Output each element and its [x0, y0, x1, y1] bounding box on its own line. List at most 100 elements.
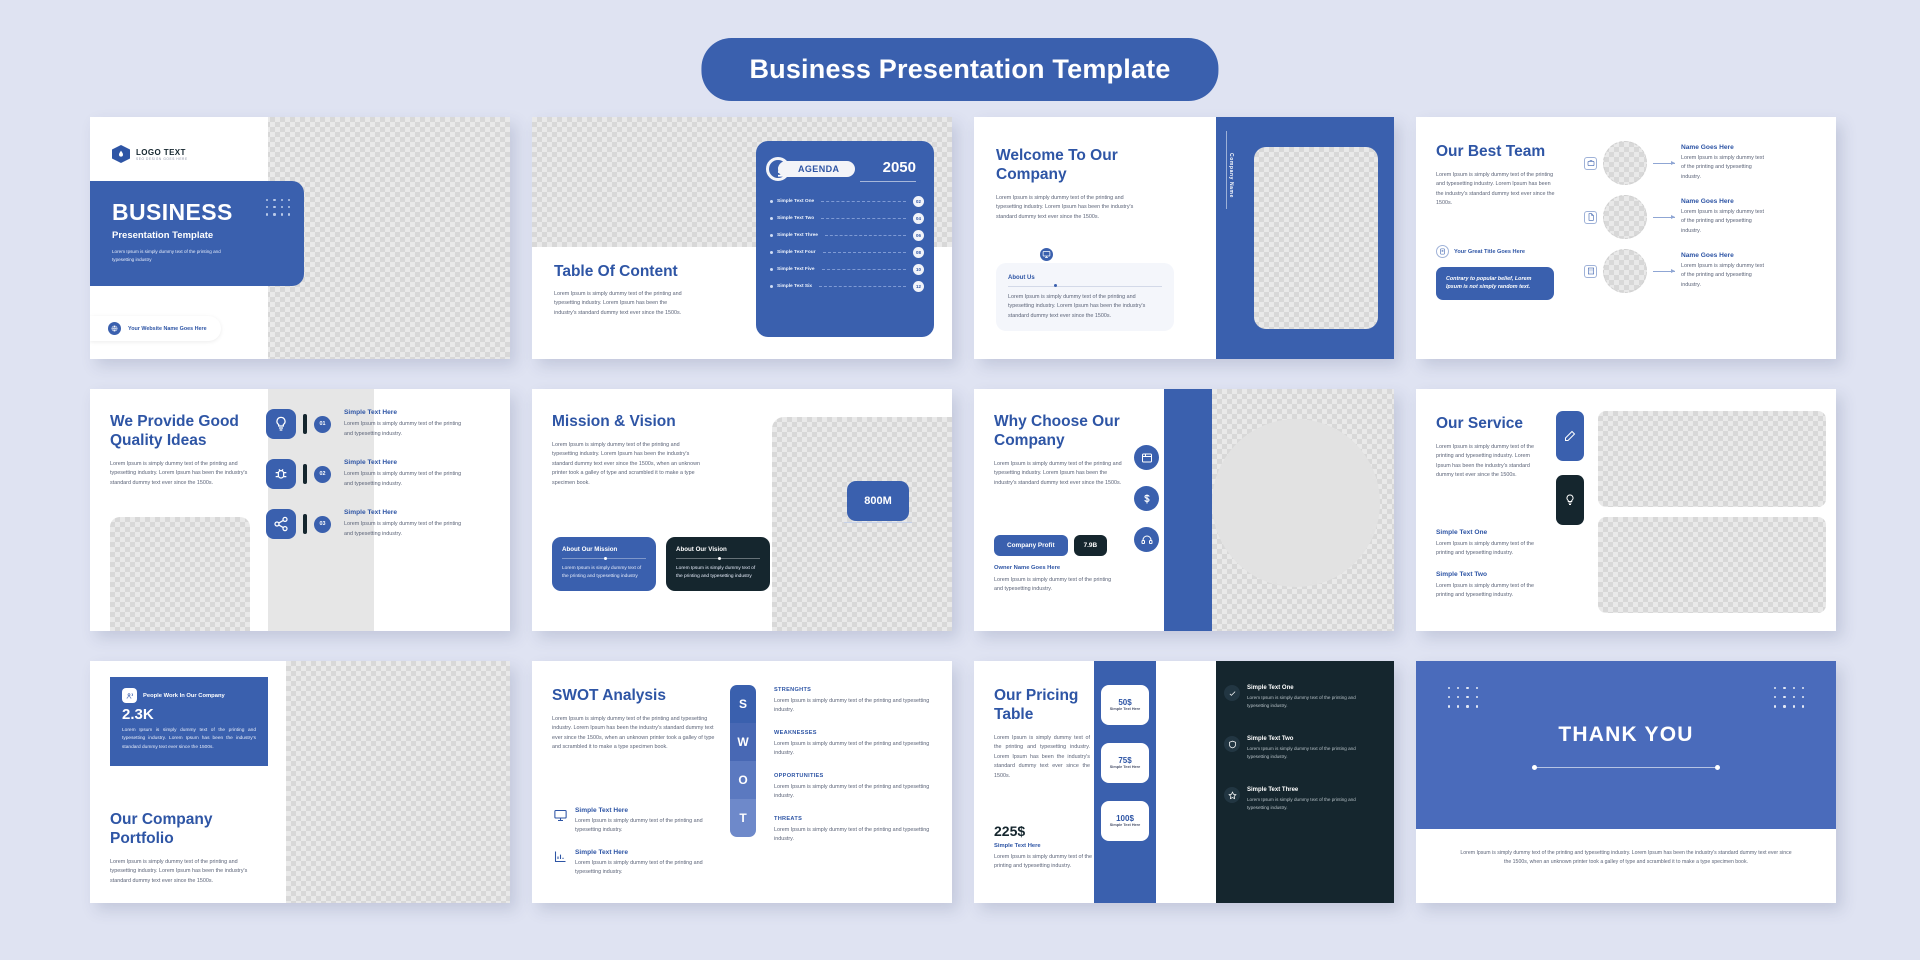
agenda-dash-line	[819, 286, 906, 287]
agenda-list: Simple Text One 02 Simple Text Two 04 Simple…	[756, 193, 934, 295]
service-item[interactable]: Simple Text One Lorem Ipsum is simply dum…	[1436, 529, 1548, 559]
service-item[interactable]: Simple Text Two Lorem Ipsum is simply dum…	[1436, 571, 1548, 601]
feature-title: Simple Text Here	[344, 409, 398, 417]
badge-icon	[1436, 245, 1449, 258]
swot-features: Simple Text Here Lorem Ipsum is simply du…	[552, 807, 722, 891]
company-profit-button[interactable]: Company Profit	[994, 535, 1068, 556]
cover-website-footer[interactable]: Your Website Name Goes Here	[90, 316, 221, 341]
divider-bar	[303, 464, 307, 484]
divider-bar	[303, 514, 307, 534]
agenda-dash-line	[822, 252, 906, 253]
price-chip[interactable]: 50$ Simple Text Here	[1101, 685, 1149, 725]
ideas-desc: Lorem Ipsum is simply dummy text of the …	[110, 460, 248, 486]
mv-card[interactable]: About Our Vision Lorem Ipsum is simply du…	[666, 537, 770, 591]
agenda-item-label: Simple Text Two	[777, 216, 815, 221]
mv-card-title: About Our Mission	[562, 546, 618, 553]
thank-you-desc: Lorem Ipsum is simply dummy text of the …	[1460, 850, 1792, 866]
presentation-template-board: Business Presentation Template LOGO TEXT…	[0, 0, 1920, 960]
toc-desc: Lorem Ipsum is simply dummy text of the …	[554, 290, 682, 316]
logo-text: LOGO TEXT	[136, 147, 186, 157]
support-icon	[1134, 527, 1159, 552]
owner-name: Owner Name Goes Here	[994, 565, 1061, 571]
feature-title: Simple Text Here	[344, 459, 398, 467]
agenda-item[interactable]: Simple Text Four 08	[756, 244, 934, 261]
year-underline	[860, 181, 916, 182]
feature-row[interactable]: 01 Simple Text Here Lorem Ipsum is simply …	[266, 409, 510, 439]
slide-our-service[interactable]: Our Service Lorem Ipsum is simply dummy …	[1416, 389, 1836, 631]
slide-swot-analysis[interactable]: SWOT Analysis Lorem Ipsum is simply dumm…	[532, 661, 952, 903]
check-icon	[1224, 685, 1240, 701]
globe-icon	[108, 322, 121, 335]
bug-icon	[266, 459, 296, 489]
blue-divider	[1164, 389, 1212, 631]
swot-feature-desc: Lorem Ipsum is simply dummy text of the …	[575, 859, 703, 876]
team-member-row[interactable]: Name Goes Here Lorem Ipsum is simply dumm…	[1584, 141, 1828, 185]
agenda-item[interactable]: Simple Text One 02	[756, 193, 934, 210]
feature-desc: Lorem Ipsum is simply dummy text of the …	[344, 521, 462, 537]
swot-feature-row[interactable]: Simple Text Here Lorem Ipsum is simply du…	[552, 807, 722, 836]
pricing-row[interactable]: Simple Text One Lorem Ipsum is simply dum…	[1224, 685, 1380, 710]
dots-decoration-top	[266, 199, 290, 216]
stat-underline	[844, 522, 912, 523]
cover-website-label: Your Website Name Goes Here	[128, 325, 207, 332]
price-chip[interactable]: 75$ Simple Text Here	[1101, 743, 1149, 783]
slide-thank-you[interactable]: THANK YOU Lorem Ipsum is simply dummy te…	[1416, 661, 1836, 903]
mv-card[interactable]: About Our Mission Lorem Ipsum is simply d…	[552, 537, 656, 591]
swot-point-title: THREATS	[774, 815, 803, 822]
plan-sub: Simple Text Here	[1109, 823, 1141, 828]
dots-decoration-right	[1774, 687, 1804, 708]
divider	[1008, 284, 1162, 288]
agenda-item-number: 08	[913, 247, 924, 258]
service-item-desc: Lorem Ipsum is simply dummy text of the …	[1436, 541, 1534, 557]
dots-decoration-left	[1448, 687, 1478, 708]
feature-row[interactable]: 02 Simple Text Here Lorem Ipsum is simply …	[266, 459, 510, 489]
bulb-icon-tile	[1556, 475, 1584, 525]
price-chip[interactable]: 100$ Simple Text Here	[1101, 801, 1149, 841]
stat-value: 2.3K	[122, 706, 154, 723]
agenda-item[interactable]: Simple Text Two 04	[756, 210, 934, 227]
image-placeholder	[1254, 147, 1378, 329]
document-icon	[1584, 210, 1597, 224]
share-icon	[266, 509, 296, 539]
member-text: Name Goes Here Lorem Ipsum is simply dumm…	[1681, 144, 1769, 182]
people-stat-card: People Work In Our Company 2.3K Lorem Ip…	[110, 677, 268, 767]
arrow-icon	[1653, 160, 1675, 165]
slides-grid: LOGO TEXT SEO DESIGN GOES HERE BUSINESS …	[90, 117, 1836, 903]
service-title: Our Service	[1436, 415, 1524, 432]
slide-pricing-table[interactable]: Our Pricing Table Lorem Ipsum is simply …	[974, 661, 1394, 903]
service-item-title: Simple Text One	[1436, 529, 1488, 536]
swot-feature-row[interactable]: Simple Text Here Lorem Ipsum is simply du…	[552, 849, 722, 878]
slide-quality-ideas[interactable]: We Provide Good Quality Ideas Lorem Ipsu…	[90, 389, 510, 631]
swot-feature-text: Simple Text Here Lorem Ipsum is simply du…	[575, 807, 711, 836]
slide-table-of-content[interactable]: Table Of Content Lorem Ipsum is simply d…	[532, 117, 952, 359]
agenda-item-label: Simple Text One	[777, 199, 815, 204]
swot-point: THREATS Lorem Ipsum is simply dummy text …	[774, 816, 934, 845]
slide-why-choose[interactable]: Why Choose Our Company Lorem Ipsum is si…	[974, 389, 1394, 631]
team-member-row[interactable]: Name Goes Here Lorem Ipsum is simply dumm…	[1584, 195, 1828, 239]
slide-cover[interactable]: LOGO TEXT SEO DESIGN GOES HERE BUSINESS …	[90, 117, 510, 359]
member-desc: Lorem Ipsum is simply dummy text of the …	[1681, 208, 1764, 234]
slide-company-portfolio[interactable]: People Work In Our Company 2.3K Lorem Ip…	[90, 661, 510, 903]
pricing-row[interactable]: Simple Text Three Lorem Ipsum is simply d…	[1224, 787, 1380, 812]
member-desc: Lorem Ipsum is simply dummy text of the …	[1681, 262, 1764, 288]
agenda-item[interactable]: Simple Text Five 10	[756, 261, 934, 278]
monitor-icon	[552, 807, 568, 823]
swot-point-title: STRENGHTS	[774, 687, 812, 693]
logo-subtext: SEO DESIGN GOES HERE	[136, 156, 188, 161]
slide-welcome[interactable]: Company Name Welcome To Our Company Lore…	[974, 117, 1394, 359]
cover-subtitle: Presentation Template	[112, 230, 214, 241]
slide-mission-vision[interactable]: Mission & Vision Lorem Ipsum is simply d…	[532, 389, 952, 631]
slide-our-best-team[interactable]: Our Best Team Lorem Ipsum is simply dumm…	[1416, 117, 1836, 359]
team-member-row[interactable]: Name Goes Here Lorem Ipsum is simply dumm…	[1584, 249, 1828, 293]
feature-number: 02	[314, 465, 331, 483]
agenda-item[interactable]: Simple Text Three 06	[756, 227, 934, 244]
feature-title: Simple Text Here	[344, 509, 398, 517]
agenda-item[interactable]: Simple Text Six 12	[756, 278, 934, 295]
pricing-row[interactable]: Simple Text Two Lorem Ipsum is simply dum…	[1224, 736, 1380, 761]
stat-badge: 800M	[847, 481, 909, 521]
feature-number: 01	[314, 415, 331, 433]
star-icon	[1224, 787, 1240, 804]
feature-row[interactable]: 03 Simple Text Here Lorem Ipsum is simply …	[266, 509, 510, 539]
thank-you-rule	[1532, 765, 1720, 770]
mv-cards: About Our Mission Lorem Ipsum is simply d…	[552, 537, 770, 591]
